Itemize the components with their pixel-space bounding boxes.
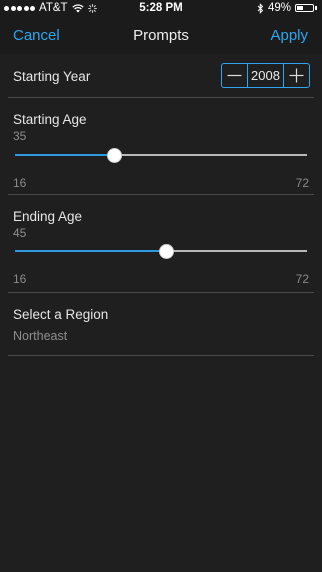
divider: [8, 194, 314, 195]
starting-year-stepper: 2008: [221, 63, 310, 88]
select-region-row[interactable]: Select a Region Northeast: [0, 300, 322, 355]
ending-age-value: 45: [13, 226, 27, 240]
starting-year-value: 2008: [251, 68, 280, 83]
decrement-year-button[interactable]: [222, 64, 248, 87]
ending-age-min: 16: [13, 272, 27, 286]
selected-region-value: Northeast: [13, 329, 68, 343]
starting-age-min: 16: [13, 176, 27, 190]
bluetooth-icon: [257, 2, 264, 14]
starting-age-label: Starting Age: [13, 112, 87, 127]
starting-age-max: 72: [295, 176, 309, 190]
ending-age-label: Ending Age: [13, 209, 83, 224]
ending-age-slider[interactable]: [15, 243, 307, 259]
slider-fill: [15, 154, 115, 156]
plus-icon: [289, 68, 304, 83]
starting-age-slider[interactable]: [15, 147, 307, 163]
select-region-label: Select a Region: [13, 307, 109, 322]
battery-cap: [315, 6, 317, 10]
divider: [8, 355, 314, 356]
ending-age-max: 72: [295, 272, 309, 286]
slider-thumb[interactable]: [159, 244, 175, 259]
increment-year-button[interactable]: [283, 64, 309, 87]
navigation-bar: Cancel Prompts Apply: [0, 18, 322, 54]
battery-percent: 49%: [267, 2, 291, 14]
divider: [8, 97, 314, 98]
status-right: 49%: [257, 2, 317, 14]
divider: [8, 292, 314, 293]
battery-icon: [295, 4, 314, 12]
minus-icon: [227, 74, 242, 77]
starting-year-label: Starting Year: [13, 69, 91, 84]
slider-fill: [15, 250, 167, 252]
status-bar: AT&T 5:28 PM 49%: [0, 0, 322, 18]
slider-thumb[interactable]: [107, 148, 123, 163]
prompts-screen: AT&T 5:28 PM 49% Cancel Prompts Apply St…: [0, 0, 322, 572]
apply-button[interactable]: Apply: [270, 27, 308, 44]
battery-level: [297, 6, 304, 10]
starting-age-value: 35: [13, 129, 27, 143]
